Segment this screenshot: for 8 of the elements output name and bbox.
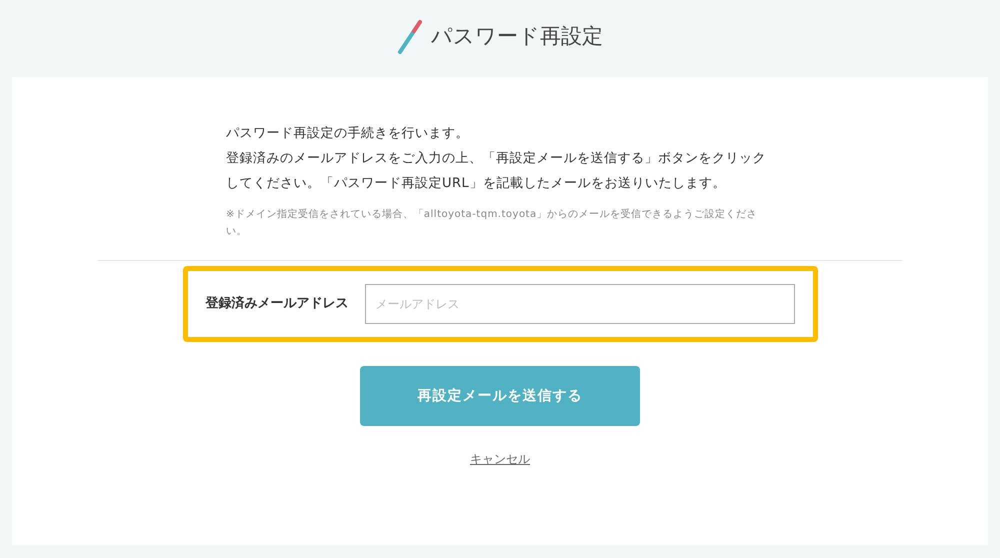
instruction-text: パスワード再設定の手続きを行います。: [226, 125, 470, 143]
email-input[interactable]: メールアドレス: [364, 284, 794, 324]
instruction-text: 登録済みのメールアドレスをご入力の上、「再設定メールを送信する」ボタンをクリックしてください。「パスワード再設定URL」を記載したメールをお送りいたします。: [226, 150, 767, 193]
field-label: 登録済みメールアドレス: [206, 294, 348, 314]
note-text: ※ドメイン指定受信をされている場合、「alltoyota-tqm.toyota」からのメールを受信できるようご設定ください。: [226, 208, 758, 239]
cancel-link[interactable]: キャンセル: [470, 450, 530, 468]
pencil-icon: [397, 18, 423, 54]
page-title: パスワード再設定: [431, 22, 603, 50]
